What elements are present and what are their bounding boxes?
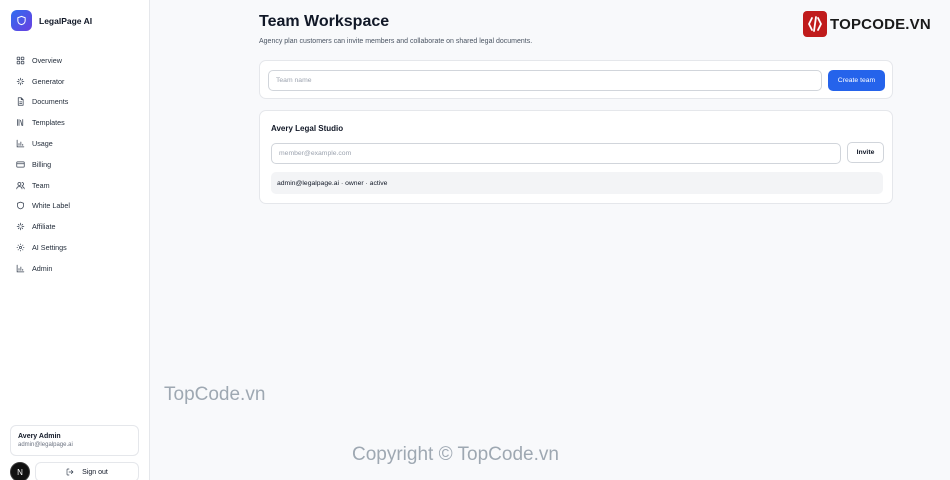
sidebar-item-label: Admin [32,263,53,273]
sidebar-item-usage[interactable]: Usage [11,133,139,154]
watermark-logo: TOPCODE.VN [803,11,931,37]
sign-out-button[interactable]: Sign out [35,462,139,480]
user-email: admin@legalpage.ai [18,442,73,448]
member-row: admin@legalpage.ai · owner · active [271,172,883,194]
sidebar-nav: Overview Generator Documents Templates U… [11,50,139,279]
create-team-button[interactable]: Create team [828,70,885,91]
user-name: Avery Admin [18,433,61,440]
sparkles-icon [16,223,25,231]
sidebar-item-label: Generator [32,76,65,86]
team-name: Avery Legal Studio [271,124,344,133]
brand[interactable]: LegalPage AI [11,10,92,31]
brand-name: LegalPage AI [39,15,93,26]
watermark-logo-text: TOPCODE.VN [830,15,931,33]
sidebar-item-label: AI Settings [32,243,67,253]
sidebar-item-billing[interactable]: Billing [11,154,139,175]
sidebar-item-label: White Label [32,201,70,211]
invite-button[interactable]: Invite [847,142,884,163]
sidebar-item-label: Affiliate [32,222,56,232]
avatar[interactable]: N [10,462,30,480]
sidebar-item-label: Usage [32,139,53,149]
team-card: Avery Legal Studio Invite admin@legalpag… [259,110,893,204]
team-name-input[interactable] [268,70,822,91]
bar-chart-icon [16,139,25,148]
sidebar-item-team[interactable]: Team [11,175,139,196]
shield-icon [17,202,24,210]
sign-out-label: Sign out [82,468,108,476]
topcode-logo-icon [803,11,827,37]
sidebar-item-label: Team [32,180,50,190]
sidebar-item-documents[interactable]: Documents [11,92,139,113]
sidebar-item-overview[interactable]: Overview [11,50,139,71]
page-title: Team Workspace [259,13,390,30]
bar-chart-icon [16,264,25,273]
gear-icon [16,243,25,252]
sidebar-item-ai-settings[interactable]: AI Settings [11,237,139,258]
grid-icon [16,56,25,65]
sidebar-item-label: Documents [32,97,69,107]
watermark-copyright: Copyright © TopCode.vn [352,444,559,465]
sidebar: LegalPage AI Overview Generator Document… [0,0,150,480]
shield-icon [11,10,32,31]
users-icon [16,181,25,189]
sidebar-item-label: Billing [32,159,52,169]
sidebar-item-label: Overview [32,55,62,65]
sparkles-icon [16,77,25,85]
sidebar-item-label: Templates [32,118,65,128]
page-subtitle: Agency plan customers can invite members… [259,38,533,45]
watermark-text: TopCode.vn [164,384,266,405]
create-team-card: Create team [259,60,893,99]
sidebar-item-templates[interactable]: Templates [11,112,139,133]
user-card: Avery Admin admin@legalpage.ai [10,425,139,456]
sidebar-item-white-label[interactable]: White Label [11,196,139,217]
library-icon [17,119,24,127]
credit-card-icon [16,161,25,168]
document-icon [17,97,24,107]
sidebar-item-generator[interactable]: Generator [11,71,139,92]
sidebar-item-admin[interactable]: Admin [11,258,139,279]
sidebar-item-affiliate[interactable]: Affiliate [11,216,139,237]
member-email-input[interactable] [271,143,841,164]
logout-icon [66,468,74,476]
